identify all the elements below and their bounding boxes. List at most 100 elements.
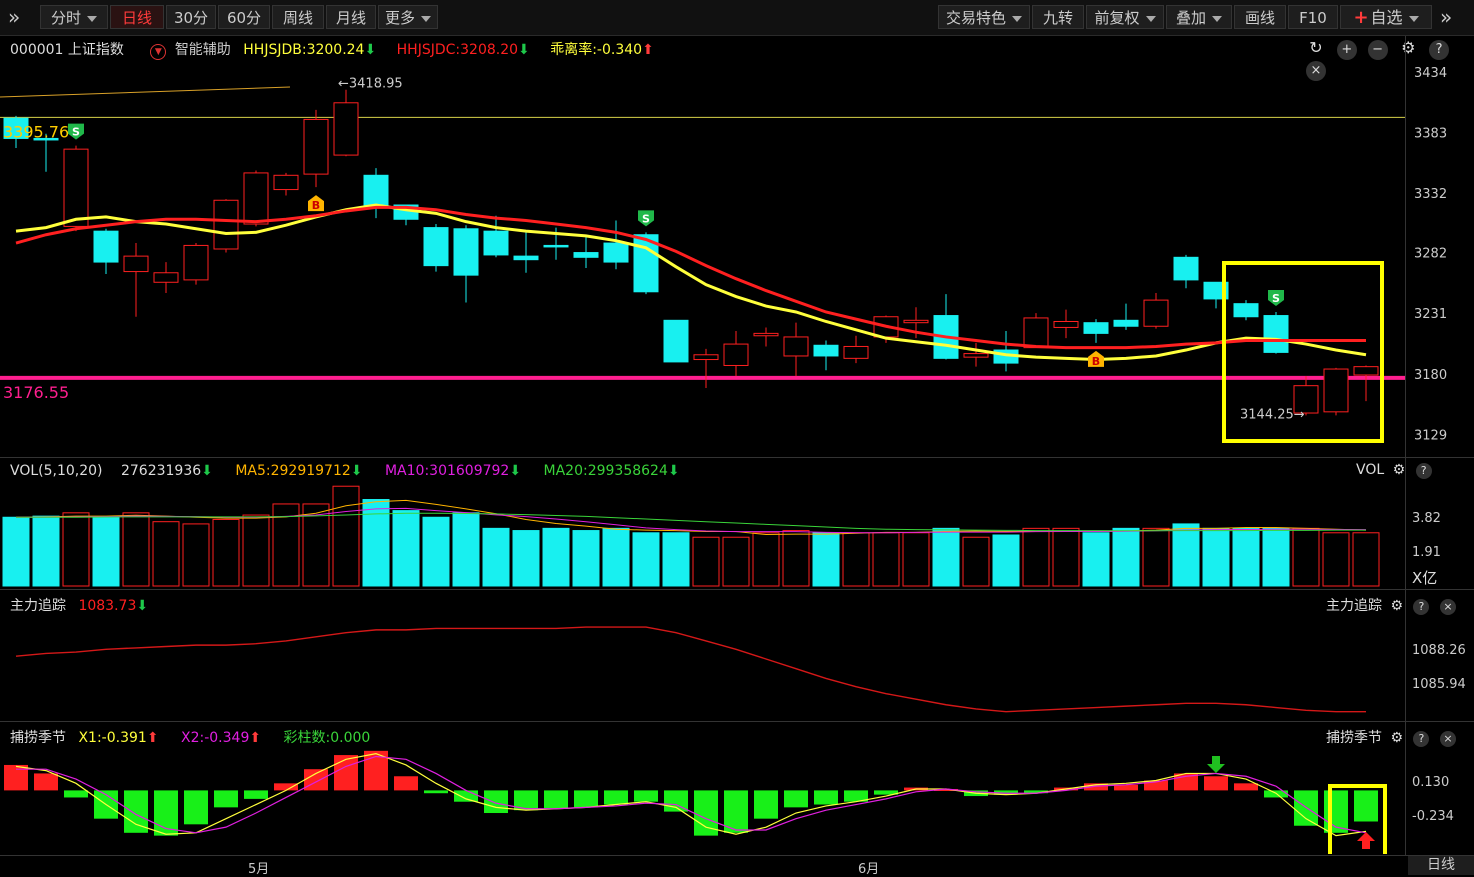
bulao-ytick: -0.234 xyxy=(1412,809,1454,824)
gear-icon[interactable]: ⚙ xyxy=(1390,598,1403,614)
down-arrow-icon: ⬇ xyxy=(201,463,213,479)
chevron-down-icon xyxy=(1212,15,1222,22)
toolbar-right-button-label: 前复权 xyxy=(1094,9,1140,27)
period-label[interactable]: 日线 xyxy=(1408,856,1474,875)
vol-unit: X亿 xyxy=(1412,569,1438,587)
bulao-bar xyxy=(184,790,208,825)
toolbar-right-button-6[interactable]: + 自选 xyxy=(1340,5,1432,29)
bulao-bar xyxy=(814,790,838,805)
help-icon[interactable]: ? xyxy=(1413,599,1430,615)
down-arrow-icon: ⬇ xyxy=(667,463,680,479)
low-price-label: 3144.25→ xyxy=(1240,408,1305,423)
vol-ma5: MA5:292919712 xyxy=(235,463,351,479)
vol-value: 276231936 xyxy=(120,463,202,479)
bulao-bar xyxy=(484,790,508,814)
help-icon[interactable]: ? xyxy=(1413,731,1430,747)
chevron-down-icon xyxy=(87,15,97,22)
zhuli-chart[interactable] xyxy=(0,616,1474,720)
bulao-bar xyxy=(394,776,418,791)
candle-body xyxy=(1083,322,1109,334)
candle-body xyxy=(753,332,779,337)
toolbar-left-button-label: 60分 xyxy=(226,9,262,27)
up-arrow-icon: ⬆ xyxy=(146,730,159,746)
expand-sidebar-icon[interactable]: » xyxy=(8,6,34,30)
candle-body xyxy=(63,148,89,227)
buy-marker-label: B xyxy=(1092,355,1100,368)
toolbar-right-button-0[interactable]: 交易特色 xyxy=(938,5,1030,29)
volume-bar xyxy=(932,527,960,587)
candle-body xyxy=(123,255,149,273)
toolbar-left-button-5[interactable]: 月线 xyxy=(326,5,376,29)
stock-code-name[interactable]: 000001 上证指数 xyxy=(10,42,124,58)
bulao-bar xyxy=(244,790,268,799)
candle-body xyxy=(543,244,569,248)
toolbar-left-button-1[interactable]: 日线 xyxy=(110,5,164,29)
candle-body xyxy=(1023,317,1049,349)
pane-divider xyxy=(0,589,1474,590)
toolbar-right-button-4[interactable]: 画线 xyxy=(1234,5,1286,29)
candle-body xyxy=(963,353,989,358)
volume-bar xyxy=(662,532,690,587)
bulao-bar xyxy=(1354,790,1378,822)
gear-icon[interactable]: ⚙ xyxy=(1390,730,1403,746)
help-icon[interactable]: ? xyxy=(1429,40,1450,60)
zoom-out-icon[interactable]: − xyxy=(1367,40,1388,60)
refresh-icon[interactable]: ↻ xyxy=(1306,38,1326,58)
candle-body xyxy=(93,230,119,263)
bulao-bar xyxy=(64,790,88,798)
candle-body xyxy=(693,354,719,361)
toolbar-left-button-4[interactable]: 周线 xyxy=(272,5,324,29)
pink-line-label: 3176.55 xyxy=(3,383,69,402)
volume-bar xyxy=(482,527,510,587)
volume-bar xyxy=(122,512,150,587)
toolbar-left-button-2[interactable]: 30分 xyxy=(166,5,216,29)
zoom-in-icon[interactable]: + xyxy=(1336,40,1357,60)
candle-body xyxy=(663,319,689,363)
y-tick-label: 3434 xyxy=(1414,66,1447,81)
hhjsjdb-value: HHJSJDB:3200.24 xyxy=(243,42,365,58)
volume-bar xyxy=(362,499,390,587)
main-legend: 000001 上证指数 ▼ 智能辅助 HHJSJDB:3200.24⬇ HHJS… xyxy=(10,39,662,60)
volume-bar xyxy=(2,516,30,587)
y-tick-label: 3332 xyxy=(1414,187,1447,202)
candle-body xyxy=(513,255,539,261)
collapse-panel-icon[interactable]: » xyxy=(1440,6,1466,30)
trend-line xyxy=(0,86,291,98)
y-tick-label: 3180 xyxy=(1414,368,1447,383)
volume-bar xyxy=(1292,527,1320,587)
volume-bar xyxy=(1052,527,1080,587)
toolbar-left-button-3[interactable]: 60分 xyxy=(218,5,270,29)
toolbar-left-button-0[interactable]: 分时 xyxy=(40,5,108,29)
candle-body xyxy=(903,319,929,324)
volume-bar xyxy=(632,532,660,587)
bulao-bar xyxy=(334,755,358,791)
close-icon[interactable]: × xyxy=(1439,599,1456,615)
zhuli-title: 主力追踪 xyxy=(10,598,66,614)
volume-bar xyxy=(392,510,420,587)
assist-toggle[interactable]: 智能辅助 xyxy=(175,42,231,58)
bulao-chart[interactable] xyxy=(0,748,1474,854)
toolbar-right-button-1[interactable]: 九转 xyxy=(1032,5,1084,29)
candle-body xyxy=(423,227,449,267)
toolbar-right-button-2[interactable]: 前复权 xyxy=(1086,5,1164,29)
help-icon[interactable]: ? xyxy=(1415,463,1432,479)
close-icon[interactable]: × xyxy=(1439,731,1456,747)
gear-icon[interactable]: ⚙ xyxy=(1393,462,1406,478)
bulao-bar xyxy=(214,790,238,808)
candlestick-chart[interactable]: 3434338333323282323131803129SBSBS3395.76… xyxy=(0,60,1474,457)
volume-bar xyxy=(1022,527,1050,587)
bulao-bar xyxy=(544,790,568,809)
toolbar-right-button-5[interactable]: F10 xyxy=(1288,5,1338,29)
bulao-ytick: 0.130 xyxy=(1412,775,1450,790)
toolbar-right-button-3[interactable]: 叠加 xyxy=(1166,5,1232,29)
volume-chart[interactable] xyxy=(0,484,1474,588)
volume-bar xyxy=(152,521,180,587)
toolbar-right-button-label: 叠加 xyxy=(1175,9,1206,27)
candle-body xyxy=(303,118,329,175)
zhuli-ytick: 1088.26 xyxy=(1412,643,1466,658)
bulao-bar xyxy=(424,790,448,794)
toolbar-left-button-6[interactable]: 更多 xyxy=(378,5,438,29)
assist-icon[interactable]: ▼ xyxy=(150,44,167,60)
gear-icon[interactable]: ⚙ xyxy=(1398,38,1418,58)
candle-body xyxy=(783,336,809,357)
